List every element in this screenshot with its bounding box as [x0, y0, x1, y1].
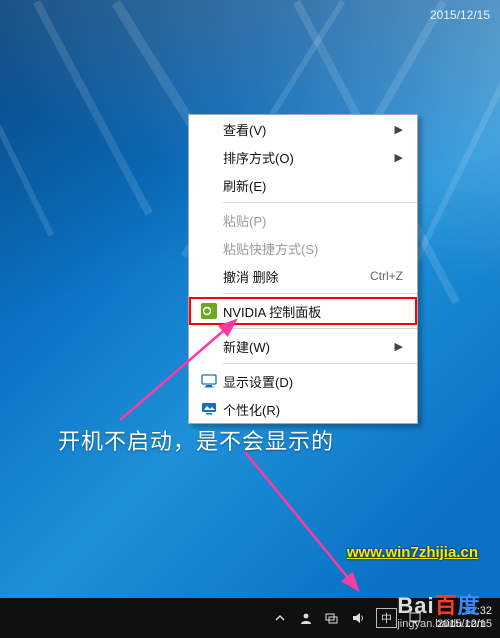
- menu-label: 个性化(R): [221, 400, 403, 419]
- menu-separator: [223, 328, 417, 329]
- menu-separator: [223, 363, 417, 364]
- desktop-context-menu: 查看(V) ▶ 排序方式(O) ▶ 刷新(E) 粘贴(P) 粘贴快捷方式(S) …: [188, 114, 418, 424]
- menu-separator: [223, 202, 417, 203]
- menu-sort[interactable]: 排序方式(O) ▶: [189, 143, 417, 171]
- ime-indicator[interactable]: 中: [376, 608, 397, 628]
- menu-label: 粘贴快捷方式(S): [221, 239, 403, 258]
- annotation-text: 开机不启动，是不会显示的: [58, 424, 334, 456]
- menu-refresh[interactable]: 刷新(E): [189, 171, 417, 199]
- tray-up-icon[interactable]: [272, 610, 288, 626]
- menu-label: NVIDIA 控制面板: [221, 302, 403, 321]
- menu-label: 显示设置(D): [221, 372, 403, 391]
- baidu-watermark: Bai百度 jingyan.baidu.com: [397, 588, 486, 630]
- light-beam: [0, 0, 54, 236]
- menu-display-settings[interactable]: 显示设置(D): [189, 367, 417, 395]
- baidu-logo-text: Bai百度: [397, 588, 486, 620]
- menu-undo[interactable]: 撤消 删除 Ctrl+Z: [189, 262, 417, 290]
- menu-new[interactable]: 新建(W) ▶: [189, 332, 417, 360]
- submenu-arrow-icon: ▶: [395, 151, 403, 164]
- volume-icon[interactable]: [350, 610, 366, 626]
- menu-label: 撤消 删除: [221, 267, 370, 286]
- menu-paste: 粘贴(P): [189, 206, 417, 234]
- menu-label: 查看(V): [221, 120, 395, 139]
- personalize-icon: [197, 401, 221, 417]
- corner-date: 2015/12/15: [430, 8, 490, 22]
- menu-label: 粘贴(P): [221, 211, 403, 230]
- shortcut-label: Ctrl+Z: [370, 269, 403, 283]
- baidu-sub: jingyan.baidu.com: [397, 618, 486, 630]
- menu-nvidia-control-panel[interactable]: NVIDIA 控制面板: [189, 297, 417, 325]
- watermark-link[interactable]: www.win7zhijia.cn: [347, 544, 478, 561]
- menu-personalize[interactable]: 个性化(R): [189, 395, 417, 423]
- menu-label: 新建(W): [221, 337, 395, 356]
- menu-paste-shortcut: 粘贴快捷方式(S): [189, 234, 417, 262]
- menu-separator: [223, 293, 417, 294]
- monitor-icon: [197, 373, 221, 389]
- network-icon[interactable]: [324, 610, 340, 626]
- menu-label: 排序方式(O): [221, 148, 395, 167]
- submenu-arrow-icon: ▶: [395, 123, 403, 136]
- submenu-arrow-icon: ▶: [395, 340, 403, 353]
- nvidia-icon: [197, 303, 221, 319]
- menu-label: 刷新(E): [221, 176, 403, 195]
- menu-view[interactable]: 查看(V) ▶: [189, 115, 417, 143]
- people-icon[interactable]: [298, 610, 314, 626]
